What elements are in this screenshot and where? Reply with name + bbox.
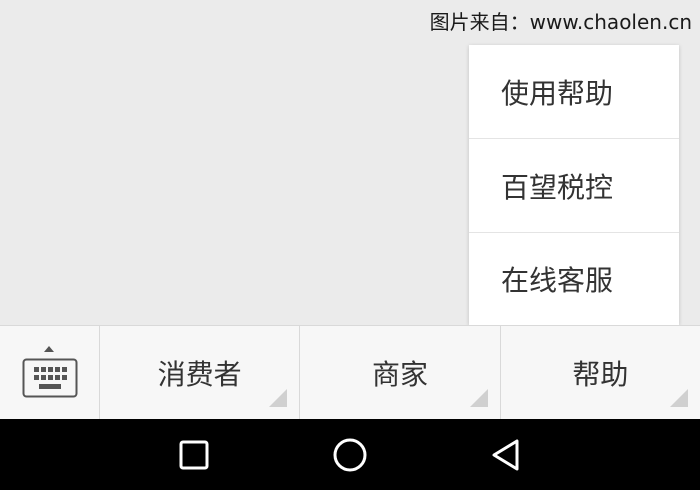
keyboard-icon — [22, 358, 78, 398]
home-circle-icon[interactable] — [332, 437, 368, 473]
back-triangle-icon[interactable] — [488, 437, 524, 473]
submenu-corner-indicator — [269, 389, 288, 407]
bottom-menu-bar: 消费者 商家 帮助 — [0, 325, 700, 419]
system-navigation-bar — [0, 419, 700, 490]
menu-tab-merchant[interactable]: 商家 — [300, 326, 501, 419]
submenu-corner-indicator — [669, 389, 688, 407]
recent-square-icon[interactable] — [176, 437, 212, 473]
menu-tab-help[interactable]: 帮助 — [501, 326, 700, 419]
caret-up-icon — [44, 346, 54, 352]
keyboard-toggle-button[interactable] — [0, 326, 100, 419]
menu-tab-label: 帮助 — [572, 357, 629, 391]
watermark-text: 图片来自：www.chaolen.cn — [429, 10, 692, 34]
submenu-corner-indicator — [469, 389, 488, 407]
popup-item-usage-help[interactable]: 使用帮助 — [469, 45, 679, 139]
menu-tab-consumer[interactable]: 消费者 — [100, 326, 301, 419]
menu-tab-label: 商家 — [371, 357, 428, 391]
popup-menu: 使用帮助 百望税控 在线客服 — [469, 45, 679, 325]
menu-tab-label: 消费者 — [157, 357, 242, 391]
popup-item-online-service[interactable]: 在线客服 — [469, 233, 679, 325]
popup-item-baiwang-tax[interactable]: 百望税控 — [469, 139, 679, 233]
